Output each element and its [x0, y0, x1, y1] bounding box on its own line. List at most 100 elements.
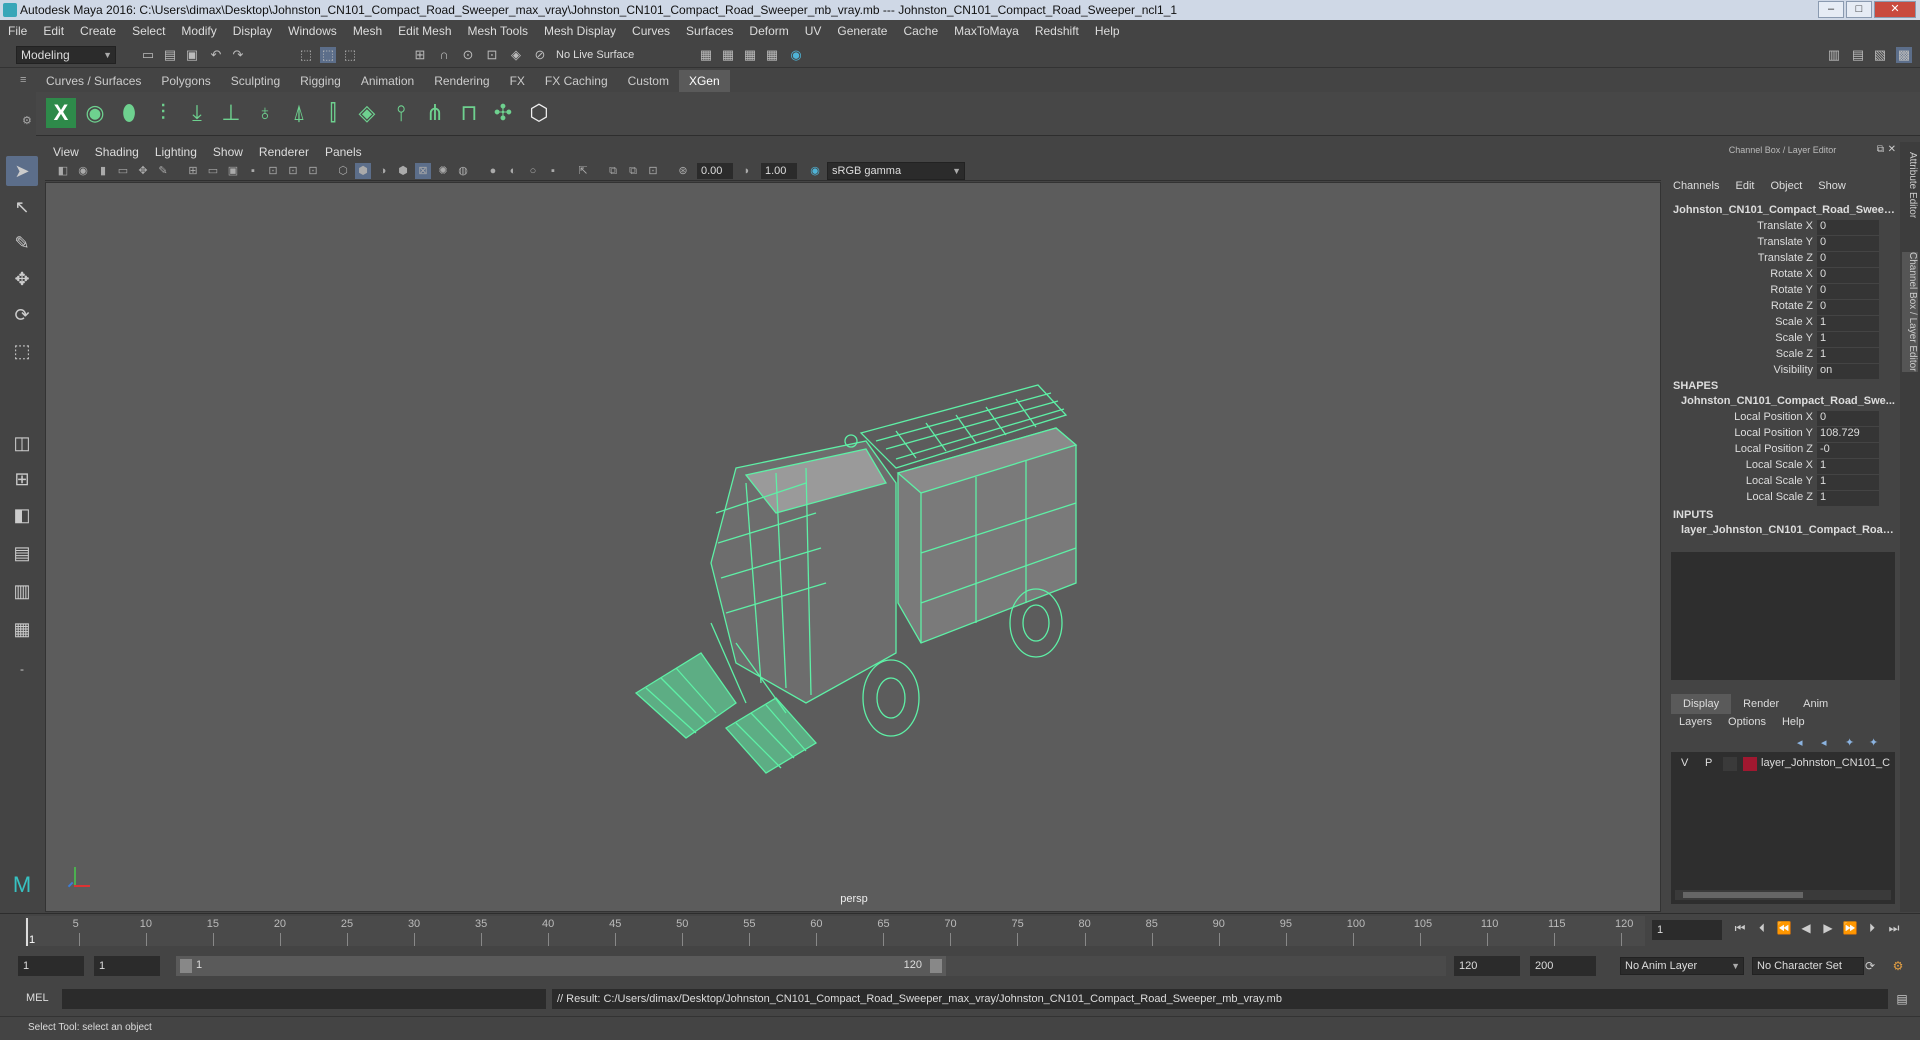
menu-mesh[interactable]: Mesh [345, 24, 390, 38]
menu-mesh-tools[interactable]: Mesh Tools [460, 24, 536, 38]
step-forward-key-icon[interactable]: ⏩ [1842, 920, 1858, 936]
channel-box-menu-object[interactable]: Object [1762, 180, 1810, 196]
ipr-render-icon[interactable]: ▦ [720, 47, 736, 63]
layer-tab-anim[interactable]: Anim [1791, 694, 1840, 714]
film-gate-icon[interactable]: ▭ [205, 163, 221, 179]
menu-set-dropdown[interactable]: Modeling ▼ [16, 46, 116, 64]
channel-row[interactable]: Translate Y 0 [1665, 236, 1900, 252]
playback-end-field[interactable]: 120 [1454, 956, 1520, 976]
viewport-menu-renderer[interactable]: Renderer [251, 145, 317, 159]
go-to-start-icon[interactable]: ⏮ [1732, 920, 1748, 936]
four-pane-layout-icon[interactable]: ⊞ [6, 464, 38, 494]
character-set-dropdown[interactable]: No Character Set [1752, 957, 1864, 975]
render-frame-icon[interactable]: ▦ [698, 47, 714, 63]
exposure-field[interactable]: 0.00 [697, 163, 733, 179]
channel-box-menu-edit[interactable]: Edit [1727, 180, 1762, 196]
channel-box-toggle-icon[interactable]: ▩ [1896, 47, 1912, 63]
play-forwards-icon[interactable]: ▶ [1820, 920, 1836, 936]
xgen-cut-icon[interactable]: ⊓ [454, 98, 484, 128]
shelf-tab-rigging[interactable]: Rigging [290, 70, 351, 92]
layer-menu-help[interactable]: Help [1774, 716, 1813, 732]
shelf-tab-animation[interactable]: Animation [351, 70, 424, 92]
select-tool-icon[interactable]: ➤ [6, 156, 38, 186]
step-back-icon[interactable]: ⏴ [1754, 920, 1770, 936]
resolution-gate-icon[interactable]: ▣ [225, 163, 241, 179]
menu-display[interactable]: Display [225, 24, 280, 38]
layer-menu-layers[interactable]: Layers [1671, 716, 1720, 732]
xgen-hex-icon[interactable]: ⬡ [524, 98, 554, 128]
gamma-icon[interactable]: ◗ [739, 163, 755, 179]
channel-row[interactable]: Scale Z 1 [1665, 348, 1900, 364]
shape-channel-row[interactable]: Local Scale Y 1 [1665, 475, 1900, 491]
shelf-tab-polygons[interactable]: Polygons [151, 70, 220, 92]
menu-redshift[interactable]: Redshift [1027, 24, 1087, 38]
safe-action-icon[interactable]: ⊡ [285, 163, 301, 179]
shape-channel-row[interactable]: Local Scale X 1 [1665, 459, 1900, 475]
select-hierarchy-icon[interactable]: ⬚ [298, 47, 314, 63]
hypershade-layout-icon[interactable]: ▦ [6, 614, 38, 644]
new-empty-layer-icon[interactable]: ✦ [1845, 736, 1854, 749]
channel-value[interactable]: 0 [1817, 300, 1879, 315]
playback-range-bar[interactable]: 1 120 [176, 956, 946, 976]
shadows-icon[interactable]: ◍ [455, 163, 471, 179]
animation-start-field[interactable]: 1 [18, 956, 84, 976]
outliner-layout-icon[interactable]: ▤ [6, 538, 38, 568]
image-plane-icon[interactable]: ▭ [115, 163, 131, 179]
snap-view-icon[interactable]: ⊡ [484, 47, 500, 63]
save-scene-icon[interactable]: ▣ [184, 47, 200, 63]
shape-channel-value[interactable]: 1 [1817, 475, 1879, 490]
menu-generate[interactable]: Generate [829, 24, 895, 38]
redo-icon[interactable]: ↷ [230, 47, 246, 63]
gate-mask-icon[interactable]: ▪ [245, 163, 261, 179]
channel-value[interactable]: 0 [1817, 236, 1879, 251]
xgen-preview-icon[interactable]: ◉ [80, 98, 110, 128]
xgen-create-description-icon[interactable]: ⬮ [114, 98, 144, 128]
snap-point-icon[interactable]: ⊙ [460, 47, 476, 63]
snap-surface-icon[interactable]: ◈ [508, 47, 524, 63]
playback-start-field[interactable]: 1 [94, 956, 160, 976]
channel-value[interactable]: on [1817, 364, 1879, 379]
anim-layer-dropdown[interactable]: No Anim Layer ▼ [1620, 957, 1744, 975]
layer-name[interactable]: layer_Johnston_CN101_C [1761, 757, 1890, 769]
auto-key-icon[interactable]: ⟳ [1862, 958, 1878, 974]
shape-channel-value[interactable]: 108.729 [1817, 427, 1879, 442]
menu-file[interactable]: File [0, 24, 35, 38]
channel-box-menu-channels[interactable]: Channels [1665, 180, 1727, 196]
xgen-layers-icon[interactable]: ◈ [352, 98, 382, 128]
channel-row[interactable]: Rotate Z 0 [1665, 300, 1900, 316]
go-to-end-icon[interactable]: ⏭ [1886, 920, 1902, 936]
perspective-viewport[interactable]: persp [45, 182, 1661, 912]
safe-title-icon[interactable]: ⊡ [305, 163, 321, 179]
time-slider-track[interactable]: 1 5 10 15 20 25 30 35 40 45 50 55 60 65 70 75 80 85 90 95 1… [25, 916, 1645, 946]
shelf-settings-icon[interactable]: ⚙ [22, 114, 32, 127]
menu-deform[interactable]: Deform [741, 24, 796, 38]
new-scene-icon[interactable]: ▭ [140, 47, 156, 63]
snap-curve-icon[interactable]: ∩ [436, 47, 452, 63]
xgen-editor-icon[interactable]: X [46, 98, 76, 128]
channel-box-menu-show[interactable]: Show [1810, 180, 1854, 196]
rotate-tool-icon[interactable]: ⟳ [6, 300, 38, 330]
render-view-icon[interactable]: ◉ [788, 47, 804, 63]
current-frame-field[interactable]: 1 [1652, 920, 1722, 940]
depth-of-field-icon[interactable]: ▪ [545, 163, 561, 179]
render-settings-icon[interactable]: ▦ [742, 47, 758, 63]
shape-channel-value[interactable]: -0 [1817, 443, 1879, 458]
attribute-editor-toggle-icon[interactable]: ▤ [1850, 47, 1866, 63]
step-forward-icon[interactable]: ⏵ [1864, 920, 1880, 936]
shelf-tab-rendering[interactable]: Rendering [424, 70, 499, 92]
viewport-menu-view[interactable]: View [45, 145, 87, 159]
shape-channel-row[interactable]: Local Position Y 108.729 [1665, 427, 1900, 443]
xgen-sculpt-guides-icon[interactable]: ♁ [250, 98, 280, 128]
channel-row[interactable]: Scale X 1 [1665, 316, 1900, 332]
grid-icon[interactable]: ⊞ [185, 163, 201, 179]
command-input[interactable] [62, 989, 546, 1009]
wireframe-on-shaded-icon[interactable]: ◑ [375, 163, 391, 179]
two-d-pan-icon[interactable]: ✥ [135, 163, 151, 179]
shape-channel-value[interactable]: 0 [1817, 411, 1879, 426]
use-all-lights-icon[interactable]: ✺ [435, 163, 451, 179]
more-layouts-icon[interactable]: - [6, 654, 38, 684]
xgen-place-guide-icon[interactable]: ⤓ [182, 98, 212, 128]
menu-help[interactable]: Help [1087, 24, 1128, 38]
close-button[interactable]: ✕ [1874, 1, 1916, 18]
xgen-comb-icon[interactable]: ⫯ [386, 98, 416, 128]
